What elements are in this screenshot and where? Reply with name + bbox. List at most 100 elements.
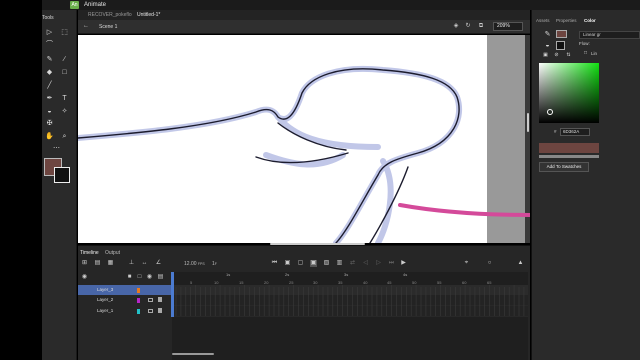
add-to-swatches-button[interactable]: Add To Swatches [539, 162, 589, 172]
line-tool-icon[interactable]: ╱ [45, 81, 54, 90]
stroke-color-icon[interactable]: ✎ [543, 30, 552, 39]
text-tool-icon[interactable]: T [60, 94, 69, 103]
subselection-tool-icon[interactable]: ⬚ [60, 28, 69, 37]
second-label-3s: 3s [344, 272, 349, 277]
linear-rgb-label: Lin [591, 51, 598, 56]
current-frame-readout[interactable]: 1F [212, 261, 217, 268]
tools-panel-title: Tools [42, 15, 54, 21]
ink-bottle-tool-icon[interactable]: ✧ [60, 107, 69, 116]
last-frame-icon[interactable]: ⏭ [388, 260, 395, 267]
lasso-tool-icon[interactable]: ⌒ [45, 40, 54, 49]
brush-tool-icon[interactable]: ∕ [60, 55, 69, 64]
paint-bucket-tool-icon[interactable]: ◒ [45, 107, 54, 116]
timeline-zoom-icon[interactable]: ▲ [517, 260, 524, 267]
zoom-tool-icon[interactable]: ⌕ [60, 132, 69, 141]
flow-label: Flow: [579, 41, 590, 46]
frame-number: 25 [289, 280, 294, 285]
fill-color-swatch[interactable] [54, 167, 70, 183]
document-tab-recovered[interactable]: RECOVER_pokeflo [88, 11, 132, 19]
hex-input[interactable]: 6D362A [560, 128, 590, 136]
color-preview-bar [539, 143, 599, 153]
layer-lock-icon[interactable] [158, 297, 162, 302]
layer-color-chip[interactable] [137, 298, 140, 303]
layer-depth-icon[interactable]: ↔ [141, 260, 148, 267]
play-icon[interactable]: ▶ [400, 260, 407, 267]
layer-color-chip[interactable] [137, 288, 140, 293]
center-frame-icon[interactable]: ⌖ [463, 260, 470, 267]
alpha-preview-bar [539, 155, 599, 158]
frame-number: 60 [462, 280, 467, 285]
camera-icon[interactable]: ∠ [155, 260, 162, 267]
delete-layer-icon[interactable]: ▦ [107, 260, 114, 267]
glow-stroke-2 [263, 152, 346, 168]
tab-output[interactable]: Output [105, 250, 120, 257]
lock-all-icon[interactable]: ▤ [157, 274, 164, 281]
eraser-tool-icon[interactable]: ◆ [45, 68, 54, 77]
new-layer-icon[interactable]: ⊞ [81, 260, 88, 267]
color-type-dropdown[interactable]: Linear gr [579, 31, 640, 39]
center-stage-icon[interactable]: ⧉ [477, 22, 485, 30]
selection-tool-icon[interactable]: ▷ [45, 28, 54, 37]
more-tools-icon[interactable]: ⋯ [52, 144, 61, 153]
edit-symbols-icon[interactable]: ◈ [452, 22, 460, 30]
layer-row-1[interactable]: Layer_1 [78, 306, 171, 316]
frame-number: 10 [214, 280, 219, 285]
layer-lock-icon[interactable] [158, 308, 162, 313]
hand-tool-icon[interactable]: ✋ [45, 132, 54, 141]
rotate-stage-icon[interactable]: ↻ [464, 22, 472, 30]
no-color-icon[interactable]: ⊘ [552, 51, 561, 60]
tween-icon[interactable]: ⇄ [349, 260, 356, 267]
document-tab-untitled[interactable]: Untitled-1* [137, 11, 160, 19]
layer-visibility-icon[interactable] [148, 298, 153, 302]
layer-row-3[interactable]: Layer_3 [78, 285, 171, 295]
layer-visibility-icon[interactable] [148, 309, 153, 313]
tab-timeline[interactable]: Timeline [80, 250, 99, 257]
layer-name: Layer_3 [97, 287, 114, 292]
app-title: Animate [84, 2, 107, 8]
first-frame-icon[interactable]: ⏮ [271, 260, 278, 267]
layer-row-2[interactable]: Layer_2 [78, 295, 171, 305]
insert-keyframe-icon[interactable]: ▣ [284, 260, 291, 267]
playhead[interactable] [171, 272, 174, 317]
default-colors-icon[interactable]: ▣ [541, 51, 550, 60]
layer-color-chip[interactable] [137, 309, 140, 314]
stage-artwork [78, 65, 530, 243]
linear-rgb-checkbox[interactable]: □ [581, 49, 590, 58]
tab-color[interactable]: Color [584, 17, 596, 24]
eyedropper-tool-icon[interactable]: ✠ [45, 119, 54, 128]
timeline-horizontal-scrollbar[interactable] [172, 353, 214, 355]
paint-brush-tool-icon[interactable]: ✎ [45, 55, 54, 64]
pen-tool-icon[interactable]: ✒ [45, 94, 54, 103]
highlight-layers-icon[interactable]: ■ [126, 274, 133, 281]
back-arrow-icon[interactable]: ← [82, 22, 90, 30]
onion-outline-icon[interactable]: ▧ [323, 260, 330, 267]
new-folder-icon[interactable]: ▤ [94, 260, 101, 267]
loop-icon[interactable]: ○ [486, 260, 493, 267]
onion-skin-icon[interactable]: ▣ [310, 260, 317, 267]
outline-layers-icon[interactable]: □ [136, 274, 143, 281]
scene-selector[interactable]: Scene 1 [99, 23, 117, 31]
swap-colors-icon[interactable]: ⇅ [564, 51, 573, 60]
frame-unit: F [214, 262, 217, 266]
fps-readout[interactable]: 12.00 FPS [184, 261, 205, 268]
frame-number: 5 [190, 280, 193, 285]
tab-assets[interactable]: Assets [536, 17, 550, 24]
step-forward-icon[interactable]: ▷ [375, 260, 382, 267]
rectangle-tool-icon[interactable]: □ [60, 68, 69, 77]
show-parenting-icon[interactable]: ⊥ [128, 260, 135, 267]
fps-unit: FPS [197, 262, 205, 266]
tab-properties[interactable]: Properties [556, 17, 577, 24]
color-picker-cursor[interactable] [547, 109, 553, 115]
fill-color-icon[interactable]: ◒ [543, 41, 552, 50]
insert-blank-keyframe-icon[interactable]: ▢ [297, 260, 304, 267]
menu-bar [42, 0, 640, 10]
show-hide-all-icon[interactable]: ◉ [146, 274, 153, 281]
step-back-icon[interactable]: ◁ [362, 260, 369, 267]
stage-vertical-scrollbar[interactable] [527, 113, 529, 132]
edit-multiple-frames-icon[interactable]: ▥ [336, 260, 343, 267]
fill-color-chip[interactable] [556, 41, 565, 50]
zoom-level-dropdown[interactable]: 209% [493, 22, 523, 31]
second-label-1s: 1s [226, 272, 231, 277]
brush-stroke [398, 203, 530, 217]
stroke-color-chip[interactable] [556, 30, 567, 38]
